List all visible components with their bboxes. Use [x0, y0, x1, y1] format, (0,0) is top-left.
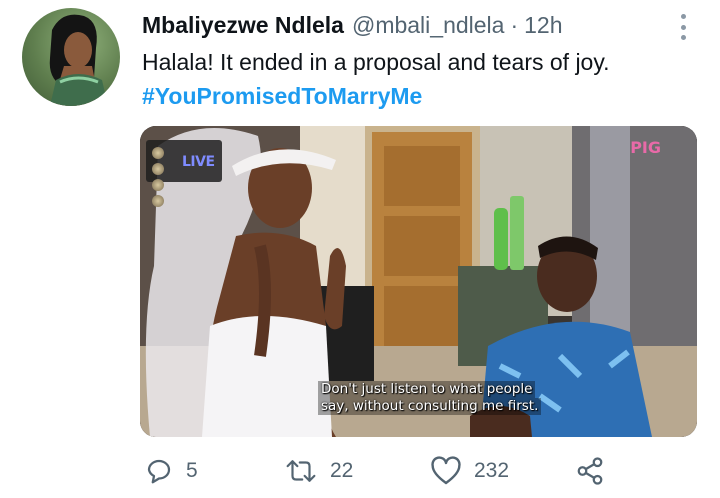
tweet-media-image[interactable]: LIVE PIG Don't just listen to what peopl…: [140, 126, 697, 437]
tweet-header: Mbaliyezwe Ndlela @mbali_ndlela · 12h: [142, 12, 563, 39]
retweet-icon: [284, 456, 318, 486]
channel-badge: LIVE: [146, 140, 222, 207]
retweet-count: 22: [330, 459, 354, 482]
tweet-timestamp[interactable]: 12h: [524, 12, 562, 39]
user-handle[interactable]: @mbali_ndlela: [352, 12, 505, 39]
like-button[interactable]: 232: [430, 456, 509, 486]
separator-dot: ·: [510, 12, 519, 38]
subtitle-line: Don't just listen to what people: [318, 381, 536, 398]
reply-count: 5: [186, 459, 198, 482]
tweet-actions: 5 22 232: [142, 456, 612, 490]
share-icon: [574, 456, 606, 486]
video-subtitles: Don't just listen to what people say, wi…: [318, 381, 542, 415]
avatar[interactable]: [22, 8, 120, 106]
reply-button[interactable]: 5: [144, 456, 198, 486]
reply-icon: [144, 456, 174, 486]
like-count: 232: [474, 459, 510, 482]
share-button[interactable]: [574, 456, 606, 486]
channel-badge-text: LIVE: [182, 154, 215, 170]
subtitle-line: say, without consulting me first.: [318, 398, 542, 415]
display-name[interactable]: Mbaliyezwe Ndlela: [142, 12, 344, 39]
tweet-text: Halala! It ended in a proposal and tears…: [142, 49, 610, 75]
hashtag-link[interactable]: #YouPromisedToMarryMe: [142, 83, 422, 110]
more-options-icon[interactable]: [676, 14, 690, 40]
heart-icon: [430, 456, 462, 486]
channel-watermark: PIG: [630, 138, 661, 157]
retweet-button[interactable]: 22: [284, 456, 353, 486]
